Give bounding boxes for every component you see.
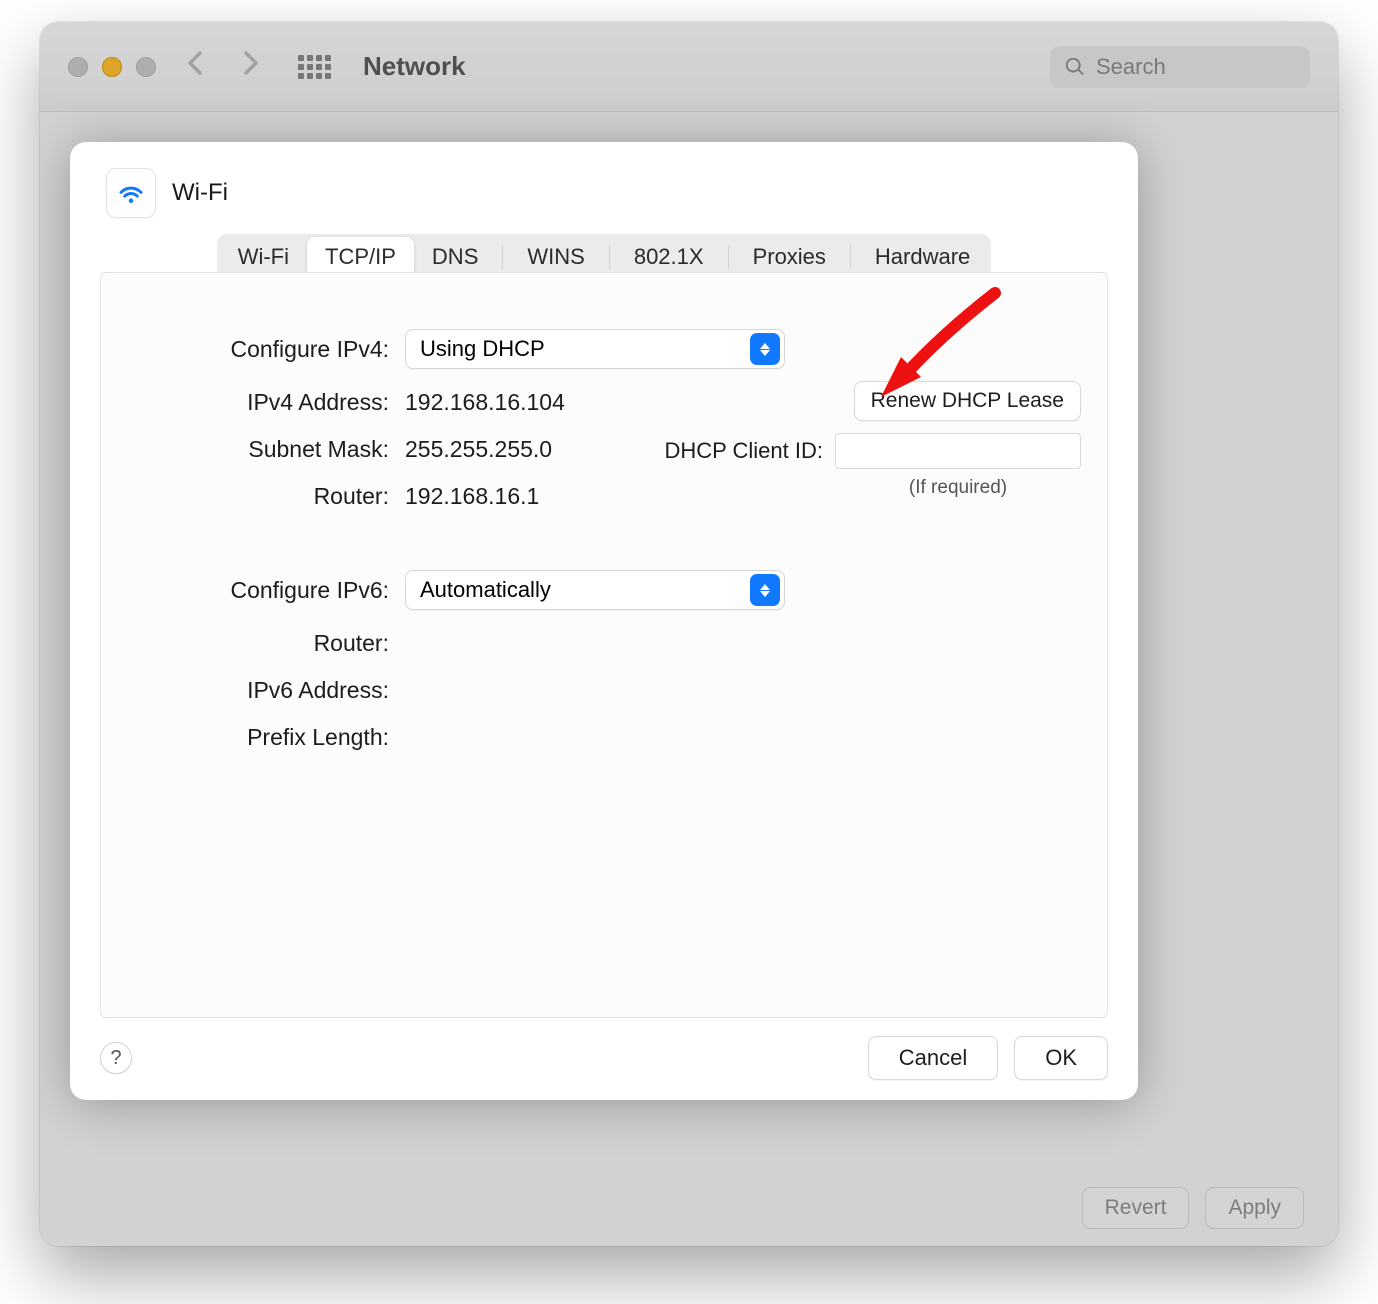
tab-dns[interactable]: DNS: [414, 237, 496, 277]
ok-button[interactable]: OK: [1014, 1036, 1108, 1080]
close-window-button[interactable]: [68, 57, 88, 77]
ipv4-address-value: 192.168.16.104: [405, 389, 785, 416]
forward-button[interactable]: [234, 49, 268, 85]
ipv6-address-label: IPv6 Address:: [129, 677, 389, 704]
tab-proxies[interactable]: Proxies: [735, 237, 844, 277]
minimize-window-button[interactable]: [102, 57, 122, 77]
back-button[interactable]: [178, 49, 212, 85]
router-ipv6-label: Router:: [129, 630, 389, 657]
traffic-lights: [68, 57, 156, 77]
chevron-updown-icon: [750, 574, 780, 606]
configure-ipv6-value: Automatically: [420, 577, 551, 603]
search-placeholder: Search: [1096, 54, 1166, 80]
search-field[interactable]: Search: [1050, 46, 1310, 88]
preferences-window: Network Search Revert Apply Wi-Fi Wi-Fi …: [40, 22, 1338, 1246]
ipv4-address-label: IPv4 Address:: [129, 389, 389, 416]
router-ipv4-label: Router:: [129, 483, 389, 510]
tab-wins[interactable]: WINS: [509, 237, 602, 277]
window-toolbar: Network Search: [40, 22, 1338, 112]
window-bottom-bar: Revert Apply: [40, 1170, 1338, 1246]
show-all-icon[interactable]: [298, 55, 331, 79]
revert-button[interactable]: Revert: [1082, 1187, 1190, 1229]
configure-ipv6-label: Configure IPv6:: [129, 577, 389, 604]
tcpip-panel: Configure IPv4: Using DHCP IPv4 Address:…: [100, 272, 1108, 1018]
prefix-length-label: Prefix Length:: [129, 724, 389, 751]
apply-button[interactable]: Apply: [1205, 1187, 1304, 1229]
search-icon: [1064, 56, 1086, 78]
tab-8021x[interactable]: 802.1X: [616, 237, 722, 277]
tab-wifi[interactable]: Wi-Fi: [220, 237, 307, 277]
tab-tcpip[interactable]: TCP/IP: [307, 237, 414, 277]
configure-ipv4-value: Using DHCP: [420, 336, 545, 362]
wifi-icon: [106, 168, 156, 218]
chevron-updown-icon: [750, 333, 780, 365]
configure-ipv6-select[interactable]: Automatically: [405, 570, 785, 610]
window-title: Network: [363, 51, 466, 82]
subnet-mask-label: Subnet Mask:: [129, 436, 389, 463]
dhcp-client-id-label: DHCP Client ID:: [664, 438, 823, 464]
sheet-title: Wi-Fi: [172, 179, 228, 207]
help-button[interactable]: ?: [100, 1042, 132, 1074]
zoom-window-button[interactable]: [136, 57, 156, 77]
configure-ipv4-select[interactable]: Using DHCP: [405, 329, 785, 369]
cancel-button[interactable]: Cancel: [868, 1036, 998, 1080]
router-ipv4-value: 192.168.16.1: [405, 483, 785, 510]
tab-hardware[interactable]: Hardware: [857, 237, 988, 277]
wifi-advanced-sheet: Wi-Fi Wi-Fi TCP/IP DNS WINS 802.1X Proxi…: [70, 142, 1138, 1100]
dhcp-client-id-input[interactable]: [835, 433, 1081, 469]
dhcp-client-id-hint: (If required): [835, 477, 1081, 499]
renew-dhcp-lease-button[interactable]: Renew DHCP Lease: [854, 381, 1081, 421]
configure-ipv4-label: Configure IPv4:: [129, 336, 389, 363]
